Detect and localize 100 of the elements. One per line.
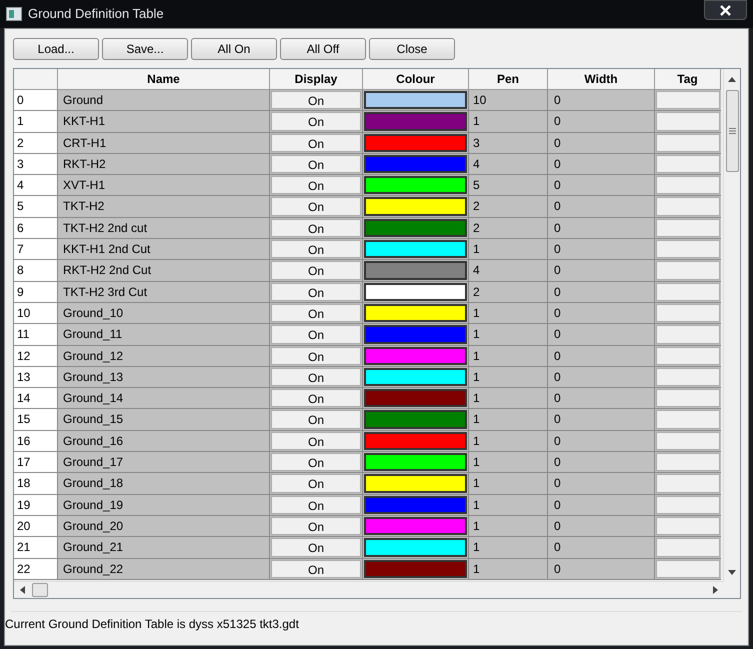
tag-button[interactable] — [656, 453, 720, 472]
scroll-up-icon[interactable] — [728, 77, 736, 82]
display-toggle[interactable]: On — [271, 134, 361, 152]
close-button[interactable] — [704, 0, 747, 20]
tag-button[interactable] — [656, 410, 720, 429]
table-cell: 1 — [469, 430, 548, 452]
scrollbar-thumb[interactable] — [32, 583, 48, 597]
tag-button[interactable] — [656, 112, 720, 131]
colour-swatch[interactable] — [364, 218, 467, 238]
table-cell: TKT-H2 2nd cut — [58, 218, 270, 240]
tag-button[interactable] — [656, 91, 720, 110]
row-index: 4 — [14, 175, 58, 196]
colour-swatch[interactable] — [364, 496, 467, 514]
table-cell: 1 — [469, 473, 548, 495]
tag-button[interactable] — [656, 325, 720, 344]
colour-swatch[interactable] — [364, 346, 467, 365]
display-toggle[interactable]: On — [271, 325, 361, 344]
colour-swatch[interactable] — [364, 176, 467, 194]
display-toggle[interactable]: On — [271, 432, 361, 450]
tag-button[interactable] — [656, 389, 720, 408]
tag-button[interactable] — [656, 560, 720, 578]
display-toggle[interactable]: On — [271, 218, 361, 238]
column-header: Width — [548, 69, 655, 90]
display-toggle[interactable]: On — [271, 389, 361, 408]
tag-button[interactable] — [656, 282, 720, 301]
colour-swatch[interactable] — [364, 197, 467, 216]
tag-button[interactable] — [656, 134, 720, 152]
table-cell: 0 — [548, 196, 655, 218]
colour-swatch[interactable] — [364, 134, 467, 152]
colour-swatch[interactable] — [364, 389, 467, 408]
scroll-down-icon[interactable] — [728, 570, 736, 575]
colour-swatch[interactable] — [364, 368, 467, 386]
colour-swatch[interactable] — [364, 282, 467, 301]
display-toggle[interactable]: On — [271, 91, 361, 110]
table-cell: 0 — [548, 558, 655, 580]
display-toggle[interactable]: On — [271, 282, 361, 301]
colour-swatch[interactable] — [364, 325, 467, 344]
display-toggle[interactable]: On — [271, 112, 361, 131]
colour-swatch[interactable] — [364, 560, 467, 578]
colour-swatch[interactable] — [364, 112, 467, 131]
colour-swatch[interactable] — [364, 453, 467, 472]
display-toggle[interactable]: On — [271, 261, 361, 280]
display-toggle[interactable]: On — [271, 346, 361, 365]
colour-swatch[interactable] — [364, 154, 467, 174]
tag-button[interactable] — [656, 538, 720, 557]
tag-button[interactable] — [656, 346, 720, 365]
tag-button[interactable] — [656, 474, 720, 493]
table-cell: CRT-H1 — [58, 132, 270, 154]
table-cell: Ground_22 — [58, 558, 270, 580]
display-toggle[interactable]: On — [271, 197, 361, 216]
display-toggle[interactable]: On — [271, 474, 361, 493]
tag-button[interactable] — [656, 154, 720, 174]
row-index: 13 — [14, 366, 58, 388]
colour-swatch[interactable] — [364, 91, 467, 110]
tag-button[interactable] — [656, 432, 720, 450]
scroll-right-icon[interactable] — [713, 586, 718, 594]
colour-swatch[interactable] — [364, 432, 467, 450]
tag-button[interactable] — [656, 516, 720, 536]
tag-button[interactable] — [656, 261, 720, 280]
tag-button[interactable] — [656, 240, 720, 258]
tag-button[interactable] — [656, 176, 720, 194]
toolbar-button[interactable]: All Off — [280, 38, 366, 60]
tag-button[interactable] — [656, 197, 720, 216]
table-cell: 0 — [548, 302, 655, 324]
table-cell: TKT-H2 3rd Cut — [58, 282, 270, 303]
table-cell: 0 — [548, 154, 655, 176]
colour-swatch[interactable] — [364, 240, 467, 258]
colour-swatch[interactable] — [364, 410, 467, 429]
scroll-left-icon[interactable] — [20, 586, 25, 594]
table-cell: Ground_10 — [58, 302, 270, 324]
tag-button[interactable] — [656, 368, 720, 386]
table-cell: 2 — [469, 282, 548, 303]
display-toggle[interactable]: On — [271, 368, 361, 386]
row-index: 17 — [14, 452, 58, 474]
display-toggle[interactable]: On — [271, 453, 361, 472]
colour-swatch[interactable] — [364, 304, 467, 322]
display-toggle[interactable]: On — [271, 560, 361, 578]
toolbar-button[interactable]: Close — [369, 38, 455, 60]
display-toggle[interactable]: On — [271, 410, 361, 429]
display-toggle[interactable]: On — [271, 240, 361, 258]
table-cell: RKT-H2 — [58, 154, 270, 176]
display-toggle[interactable]: On — [271, 496, 361, 514]
display-toggle[interactable]: On — [271, 154, 361, 174]
colour-swatch[interactable] — [364, 538, 467, 557]
display-toggle[interactable]: On — [271, 538, 361, 557]
toolbar-button[interactable]: Save... — [102, 38, 188, 60]
tag-button[interactable] — [656, 218, 720, 238]
tag-button[interactable] — [656, 304, 720, 322]
colour-swatch[interactable] — [364, 474, 467, 493]
display-toggle[interactable]: On — [271, 516, 361, 536]
toolbar-button[interactable]: Load... — [13, 38, 99, 60]
row-index: 11 — [14, 324, 58, 346]
colour-swatch[interactable] — [364, 516, 467, 536]
scrollbar-thumb[interactable] — [726, 90, 738, 172]
tag-button[interactable] — [656, 496, 720, 514]
table-cell: 1 — [469, 452, 548, 474]
display-toggle[interactable]: On — [271, 304, 361, 322]
toolbar-button[interactable]: All On — [191, 38, 277, 60]
colour-swatch[interactable] — [364, 261, 467, 280]
display-toggle[interactable]: On — [271, 176, 361, 194]
